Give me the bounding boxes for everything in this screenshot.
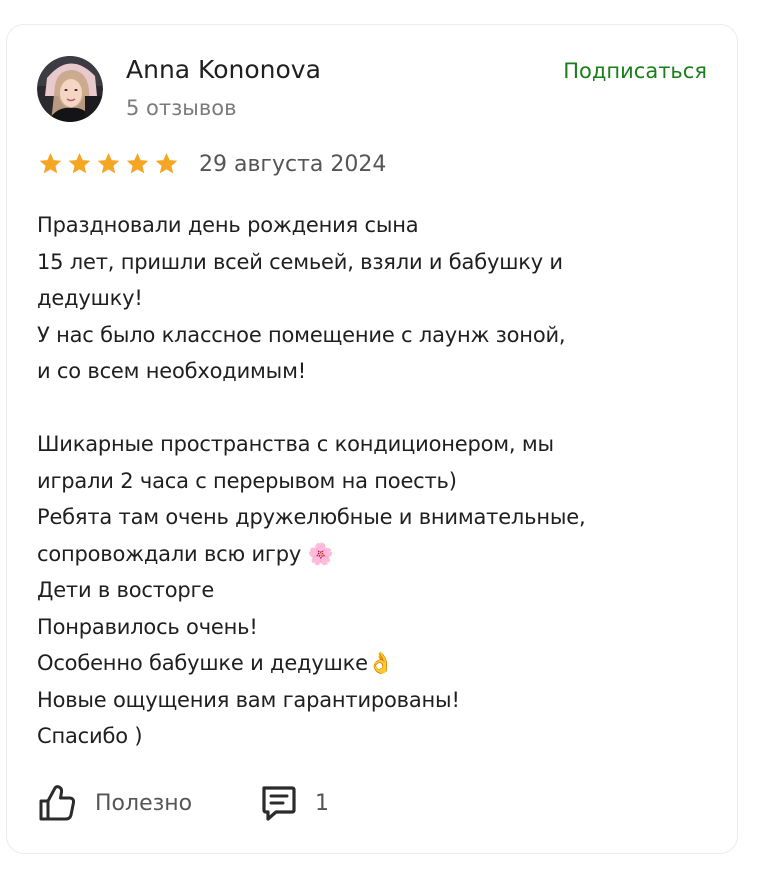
star-icon xyxy=(39,152,62,174)
comment-count: 1 xyxy=(315,790,329,816)
review-line: сопровождали всю игру 🌸 xyxy=(37,541,334,566)
avatar[interactable] xyxy=(37,56,103,122)
review-line: У нас было классное помещение с лаунж зо… xyxy=(37,322,566,347)
review-line: Понравилось очень! xyxy=(37,614,258,639)
review-card: Anna Kononova 5 отзывов Подписаться 29 а… xyxy=(6,24,738,854)
thumbs-up-icon xyxy=(39,785,76,821)
comment-icon xyxy=(262,786,296,821)
review-line: Спасибо ) xyxy=(37,724,143,748)
author-review-count: 5 отзывов xyxy=(126,96,237,120)
review-line xyxy=(37,390,717,427)
author-name[interactable]: Anna Kononova xyxy=(126,55,321,84)
review-date: 29 августа 2024 xyxy=(199,152,387,177)
review-line: Ребята там очень дружелюбные и вниматель… xyxy=(37,505,586,529)
review-line: Новые ощущения вам гарантированы! xyxy=(37,687,460,712)
review-line: Праздновали день рождения сына xyxy=(37,213,419,237)
star-icon xyxy=(126,152,149,174)
star-icon xyxy=(97,152,120,174)
avatar-image xyxy=(37,56,103,122)
review-line: Дети в восторге xyxy=(37,578,215,602)
star-icon xyxy=(68,152,91,174)
review-line: Особенно бабушке и дедушке👌 xyxy=(37,651,394,675)
review-line: 15 лет, пришли всей семьей, взяли и бабу… xyxy=(37,249,563,274)
rating-stars xyxy=(37,151,180,177)
helpful-label: Полезно xyxy=(95,790,193,816)
review-line: дедушку! xyxy=(37,286,143,310)
subscribe-button[interactable]: Подписаться xyxy=(563,59,707,83)
review-text: Праздновали день рождения сына 15 лет, пр… xyxy=(37,207,717,755)
helpful-button[interactable]: Полезно xyxy=(37,783,192,823)
star-icon xyxy=(155,152,178,174)
review-line: играли 2 часа с перерывом на поесть) xyxy=(37,468,457,493)
review-line: Шикарные пространства с кондиционером, м… xyxy=(37,432,554,456)
comments-button[interactable]: 1 xyxy=(259,783,329,823)
review-line: и со всем необходимым! xyxy=(37,359,306,383)
review-footer: Полезно 1 xyxy=(37,783,397,827)
